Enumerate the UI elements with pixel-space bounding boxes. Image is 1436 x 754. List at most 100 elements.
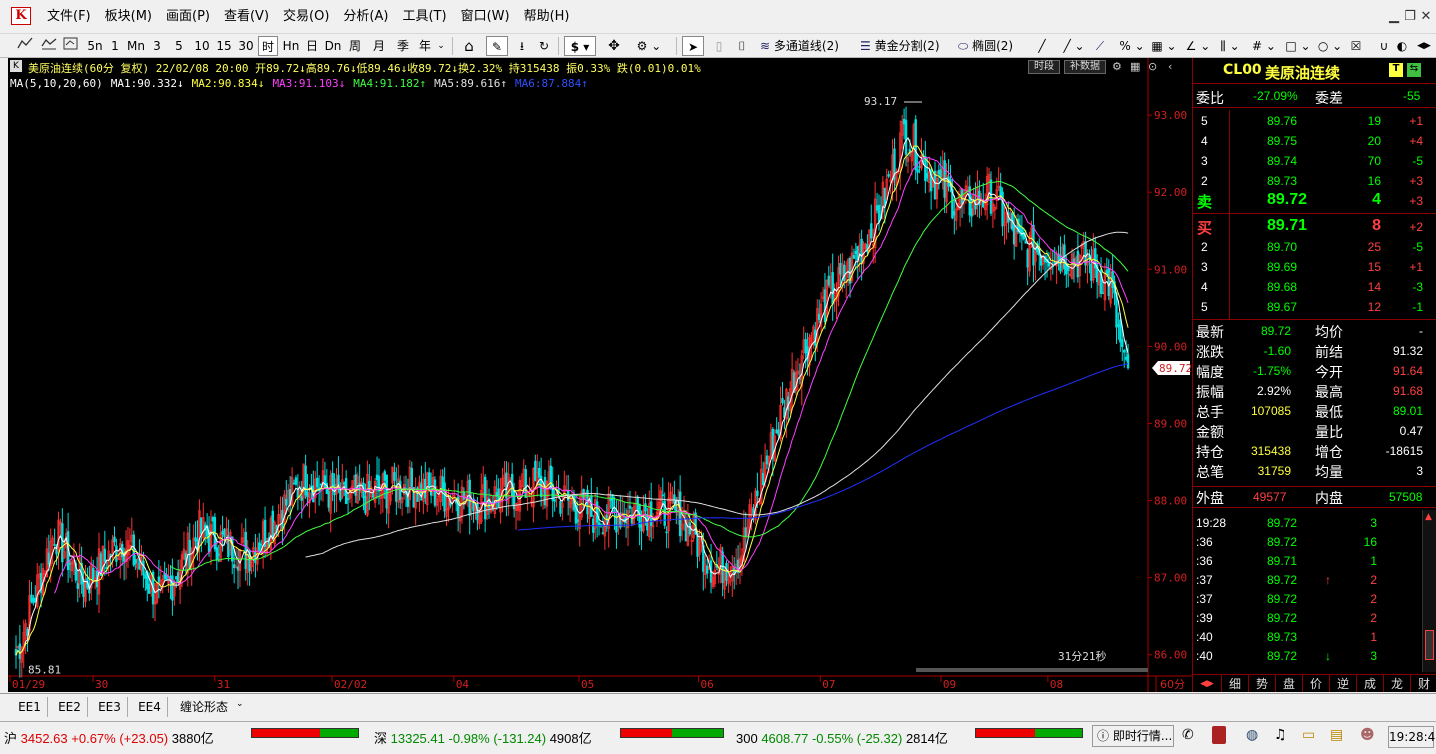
menu-file[interactable]: 文件(F) <box>40 7 98 27</box>
quote-tab[interactable]: 价 <box>1302 675 1329 692</box>
tab-scroll-icon[interactable]: ◀▶ <box>1193 675 1221 692</box>
restore-button[interactable]: ❐ <box>1402 9 1418 25</box>
period-3[interactable]: 3 <box>150 36 164 56</box>
tab-chanlun[interactable]: 缠论形态 <box>172 697 236 717</box>
gold-split-tool[interactable]: ☰ 黄金分割(2) <box>860 36 952 56</box>
period-dn[interactable]: Dn <box>322 36 344 56</box>
money-icon[interactable]: ▤ <box>1330 727 1343 743</box>
period-hour[interactable]: 时 <box>258 36 278 56</box>
segment-tool-icon[interactable]: ⟋ <box>1092 36 1108 56</box>
download-icon[interactable]: ⭳ <box>512 36 532 56</box>
sh-index[interactable]: 沪 3452.63 +0.67% (+23.05) 3880亿 <box>4 728 214 747</box>
period-5n[interactable]: 5n <box>84 36 106 56</box>
pen-tool-icon[interactable]: ∠ ⌄ <box>1184 36 1212 56</box>
line-tool-icon[interactable]: ╱ <box>1034 36 1050 56</box>
period-15[interactable]: 15 <box>214 36 234 56</box>
ray-tool-icon[interactable]: ╱ ⌄ <box>1060 36 1088 56</box>
tick-row[interactable]: :37 89.72 2 <box>1193 592 1421 611</box>
move-icon[interactable]: ✥ <box>604 36 624 56</box>
currency-dollar-icon[interactable]: $ ▾ <box>564 36 596 56</box>
period-season[interactable]: 季 <box>394 36 412 56</box>
circle-tool-icon[interactable]: ○ ⌄ <box>1316 36 1344 56</box>
scroll-up-icon[interactable]: ▲ <box>1425 512 1432 522</box>
t-badge-icon[interactable]: T <box>1389 63 1403 77</box>
tab-ee1[interactable]: EE1 <box>12 697 48 717</box>
user-icon[interactable]: ☻ <box>1360 727 1375 743</box>
bar-chart-icon[interactable] <box>62 36 80 56</box>
menu-help[interactable]: 帮助(H) <box>517 7 577 27</box>
tick-row[interactable]: :40 89.72 ↓ 3 <box>1193 649 1421 668</box>
menu-window[interactable]: 窗口(W) <box>454 7 517 27</box>
kline-icon[interactable] <box>40 36 58 56</box>
tick-row[interactable]: :36 89.71 1 <box>1193 554 1421 573</box>
home-icon[interactable]: ⌂ <box>458 36 480 56</box>
eraser-icon[interactable]: ☒ <box>1348 36 1364 56</box>
period-30[interactable]: 30 <box>236 36 256 56</box>
period-hn[interactable]: Hn <box>281 36 301 56</box>
quote-tab[interactable]: 盘 <box>1275 675 1302 692</box>
tab-ee4[interactable]: EE4 <box>132 697 168 717</box>
chevron-down-icon[interactable]: ⌄ <box>436 36 446 56</box>
lock-icon[interactable]: ⌷ <box>734 36 750 56</box>
close-button[interactable]: ✕ <box>1418 9 1434 25</box>
scroll-thumb[interactable] <box>1425 630 1434 660</box>
draw-pen-icon[interactable]: ✎ <box>486 36 508 56</box>
toolbar-scroll-icon[interactable]: ◀▶ <box>1414 36 1434 56</box>
tick-row[interactable]: :36 89.72 16 <box>1193 535 1421 554</box>
bell-icon[interactable]: ♫ <box>1274 727 1287 743</box>
period-10[interactable]: 10 <box>192 36 212 56</box>
delete-drawing-icon[interactable]: ▯ <box>710 36 728 56</box>
phone-icon[interactable]: ✆ <box>1182 727 1194 743</box>
hash-tool-icon[interactable]: # ⌄ <box>1250 36 1278 56</box>
tick-scrollbar[interactable]: ▲ <box>1422 510 1436 672</box>
sz-index[interactable]: 深 13325.41 -0.98% (-131.24) 4908亿 <box>374 728 592 747</box>
quote-tab[interactable]: 逆 <box>1329 675 1356 692</box>
quote-tab[interactable]: 势 <box>1248 675 1275 692</box>
menu-trade[interactable]: 交易(O) <box>276 7 336 27</box>
tick-row[interactable]: 19:28 89.72 3 <box>1193 516 1421 535</box>
line-chart-icon[interactable] <box>16 36 34 56</box>
rect-tool-icon[interactable]: □ ⌄ <box>1284 36 1312 56</box>
multi-channel-tool[interactable]: ≋ 多通道线(2) <box>760 36 852 56</box>
percent-tool[interactable]: % ⌄ <box>1118 36 1146 56</box>
kline-chart-area[interactable]: K 美原油连续(60分 复权) 22/02/08 20:00 开89.72↓高8… <box>8 58 1192 692</box>
chevron-down-icon[interactable]: ⌄ <box>236 699 244 709</box>
news-ticker[interactable]: ⓘ 即时行情... <box>1092 725 1174 747</box>
swap-badge-icon[interactable]: ⇆ <box>1407 63 1421 77</box>
quote-tab[interactable]: 龙 <box>1383 675 1410 692</box>
quote-tab[interactable]: 财 <box>1410 675 1436 692</box>
tick-row[interactable]: :37 89.72 ↑ 2 <box>1193 573 1421 592</box>
cursor-arrow-icon[interactable]: ➤ <box>682 36 704 56</box>
lines-tool-icon[interactable]: ⫼ ⌄ <box>1216 36 1244 56</box>
globe-icon[interactable]: ◍ <box>1246 727 1258 743</box>
period-5[interactable]: 5 <box>172 36 186 56</box>
eye-icon[interactable]: ◐ <box>1394 36 1410 56</box>
menu-view[interactable]: 查看(V) <box>217 7 276 27</box>
grid-tool-icon[interactable]: ▦ ⌄ <box>1150 36 1178 56</box>
tick-row[interactable]: :40 89.73 1 <box>1193 630 1421 649</box>
period-mn[interactable]: Mn <box>124 36 148 56</box>
database-icon[interactable] <box>1212 726 1226 744</box>
tick-row[interactable]: :39 89.72 2 <box>1193 611 1421 630</box>
period-year[interactable]: 年 <box>416 36 434 56</box>
tab-ee2[interactable]: EE2 <box>52 697 88 717</box>
quote-tab[interactable]: 成 <box>1356 675 1383 692</box>
menu-analysis[interactable]: 分析(A) <box>336 7 395 27</box>
menu-screen[interactable]: 画面(P) <box>159 7 217 27</box>
period-week[interactable]: 周 <box>346 36 364 56</box>
quote-tab[interactable]: 细 <box>1221 675 1248 692</box>
csi300-index[interactable]: 300 4608.77 -0.55% (-25.32) 2814亿 <box>736 728 948 747</box>
menu-tools[interactable]: 工具(T) <box>395 7 453 27</box>
period-day[interactable]: 日 <box>304 36 320 56</box>
magnet-icon[interactable]: ∪ <box>1376 36 1392 56</box>
period-1[interactable]: 1 <box>108 36 122 56</box>
refresh-icon[interactable]: ↻ <box>534 36 554 56</box>
settings-gear-icon[interactable]: ⚙ ⌄ <box>634 36 664 56</box>
ellipse-tool[interactable]: ⬭ 椭圆(2) <box>958 36 1024 56</box>
period-month[interactable]: 月 <box>370 36 388 56</box>
tab-ee3[interactable]: EE3 <box>92 697 128 717</box>
message-icon[interactable]: ▭ <box>1302 727 1315 743</box>
app-logo-icon[interactable]: K <box>11 7 31 25</box>
menu-sector[interactable]: 板块(M) <box>98 7 159 27</box>
minimize-button[interactable]: ▁ <box>1386 9 1402 25</box>
